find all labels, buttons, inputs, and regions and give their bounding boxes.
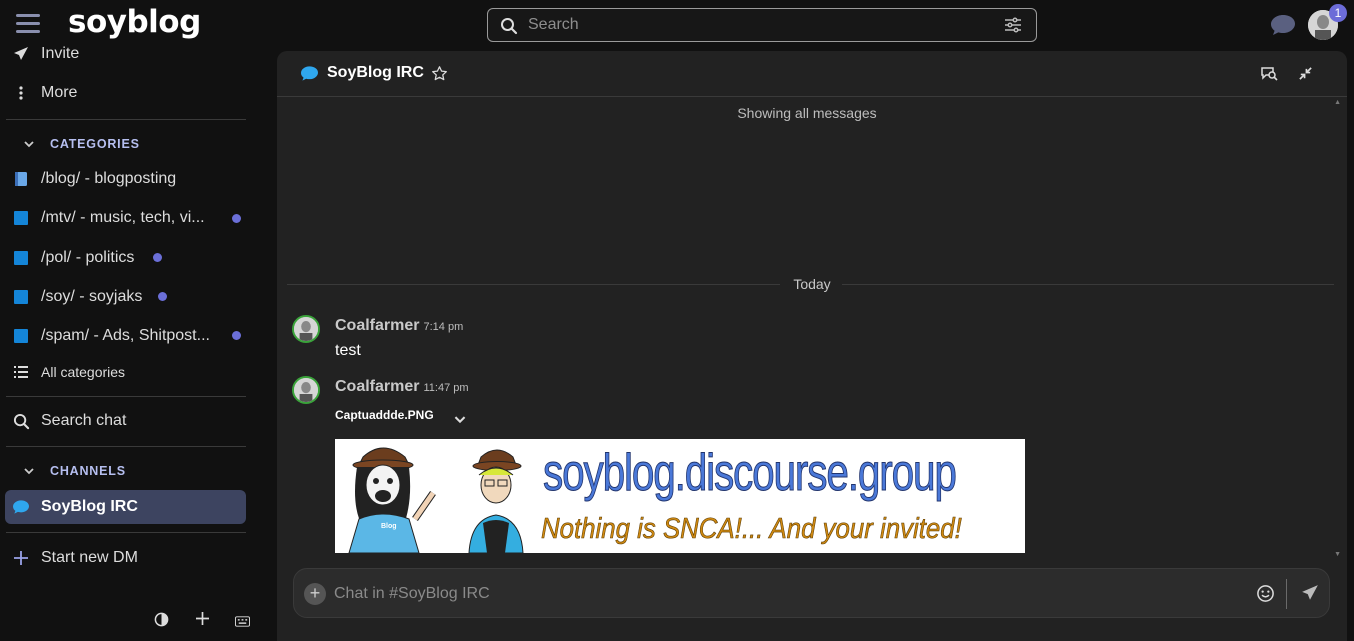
sidebar-item-mtv[interactable]: /mtv/ - music, tech, vi... [12,206,205,230]
avatar[interactable] [292,315,320,343]
chat-bubble-icon [12,499,30,515]
username[interactable]: Coalfarmer [335,317,419,334]
channels-heading: CHANNELS [50,464,126,478]
date-divider: Today [793,276,831,292]
book-icon [12,171,30,187]
sidebar-item-label: All categories [41,364,126,380]
category-color-square [14,251,28,265]
plus-icon [12,551,30,565]
message-author[interactable]: Coalfarmer 7:14 pm [335,317,463,335]
sidebar-item-label: More [41,84,78,101]
chat-bubble-icon[interactable] [1270,13,1296,42]
chevron-down-icon [24,137,34,151]
send-icon[interactable] [1301,584,1319,607]
channel-row[interactable]: SoyBlog IRC [12,495,138,519]
search-input[interactable] [528,13,988,37]
unread-dot [158,292,167,301]
chat-bubble-icon [300,65,319,87]
divider [6,446,246,447]
sidebar-item-label: /pol/ - politics [41,249,135,266]
sidebar-item-label: Search chat [41,412,127,429]
search-filter-icon[interactable] [1004,17,1022,38]
vertical-ellipsis-icon [12,86,30,100]
sidebar-item-pol[interactable]: /pol/ - politics [12,246,134,270]
chat-panel-header: SoyBlog IRC [277,51,1347,97]
emoji-icon[interactable] [1256,584,1275,608]
sidebar-item-label: /spam/ - Ads, Shitpost... [41,327,210,344]
scroll-down-icon[interactable]: ▼ [1334,551,1341,558]
list-icon [12,366,30,378]
keyboard-icon[interactable] [235,614,250,630]
site-logo[interactable]: soyblog [68,4,201,40]
chevron-down-icon[interactable] [454,411,466,429]
category-color-square [14,211,28,225]
sidebar-item-invite[interactable]: Invite [12,42,79,66]
sidebar-item-more[interactable]: More [12,81,77,105]
header: soyblog 1 [0,0,1354,50]
search-bar[interactable] [487,8,1037,42]
sidebar-item-start-dm[interactable]: Start new DM [12,546,138,570]
sidebar-item-label: Invite [41,45,80,62]
divider [1286,579,1287,609]
sidebar-item-label: /mtv/ - music, tech, vi... [41,209,205,226]
category-color-square [14,290,28,304]
composer-add-button[interactable]: + [304,583,326,605]
soyjak-illustration-icon [348,447,524,553]
categories-heading: CATEGORIES [50,137,140,151]
username[interactable]: Coalfarmer [335,378,419,395]
showing-all-messages: Showing all messages [737,105,877,121]
sidebar-item-spam[interactable]: /spam/ - Ads, Shitpost... [12,324,210,348]
sidebar-item-all-categories[interactable]: All categories [12,360,125,384]
sidebar: Invite More CATEGORIES /blog/ - blogpost… [0,45,262,641]
channels-section-toggle[interactable]: CHANNELS [24,464,126,478]
chevron-down-icon [24,464,34,478]
sidebar-item-blog[interactable]: /blog/ - blogposting [12,167,176,191]
search-icon [500,17,518,40]
banner-subtitle: Nothing is SNCA!... And your invited! [541,513,962,546]
collapse-icon[interactable] [1298,66,1313,86]
divider [287,284,780,285]
search-messages-icon[interactable] [1260,66,1278,87]
sidebar-item-soy[interactable]: /soy/ - soyjaks [12,285,142,309]
hamburger-menu-icon[interactable] [16,14,40,34]
sidebar-item-label: /blog/ - blogposting [41,170,177,187]
banner-title: soyblog.discourse.group [543,444,958,503]
message-timestamp[interactable]: 11:47 pm [423,382,468,394]
sidebar-item-search-chat[interactable]: Search chat [12,409,126,433]
search-icon [12,413,30,430]
divider [6,396,246,397]
categories-section-toggle[interactable]: CATEGORIES [24,137,140,151]
sidebar-item-label: /soy/ - soyjaks [41,288,143,305]
divider [842,284,1334,285]
sidebar-item-label: SoyBlog IRC [41,498,138,515]
avatar[interactable] [292,376,320,404]
message-composer: + [293,568,1330,618]
chat-panel: SoyBlog IRC ▲ Showing all messages Today… [277,51,1347,641]
unread-dot [232,331,241,340]
sidebar-item-label: Start new DM [41,549,138,566]
message-timestamp[interactable]: 7:14 pm [423,321,463,333]
divider [6,532,246,533]
attachment-image[interactable]: soyblog.discourse.group Nothing is SNCA!… [335,439,1025,553]
notification-badge: 1 [1329,4,1347,22]
channel-title[interactable]: SoyBlog IRC [327,64,424,82]
paper-plane-icon [12,46,30,62]
attachment-name[interactable]: Captuaddde.PNG [335,408,434,422]
theme-toggle-icon[interactable] [154,612,169,630]
shirt-text: Blog [381,523,397,530]
unread-dot [232,214,241,223]
add-icon[interactable] [196,612,209,628]
category-color-square [14,329,28,343]
message-text: test [335,342,361,359]
star-icon[interactable] [431,65,448,87]
chat-input[interactable] [334,583,1234,605]
divider [6,119,246,120]
unread-dot [153,253,162,262]
message-author[interactable]: Coalfarmer 11:47 pm [335,378,469,396]
